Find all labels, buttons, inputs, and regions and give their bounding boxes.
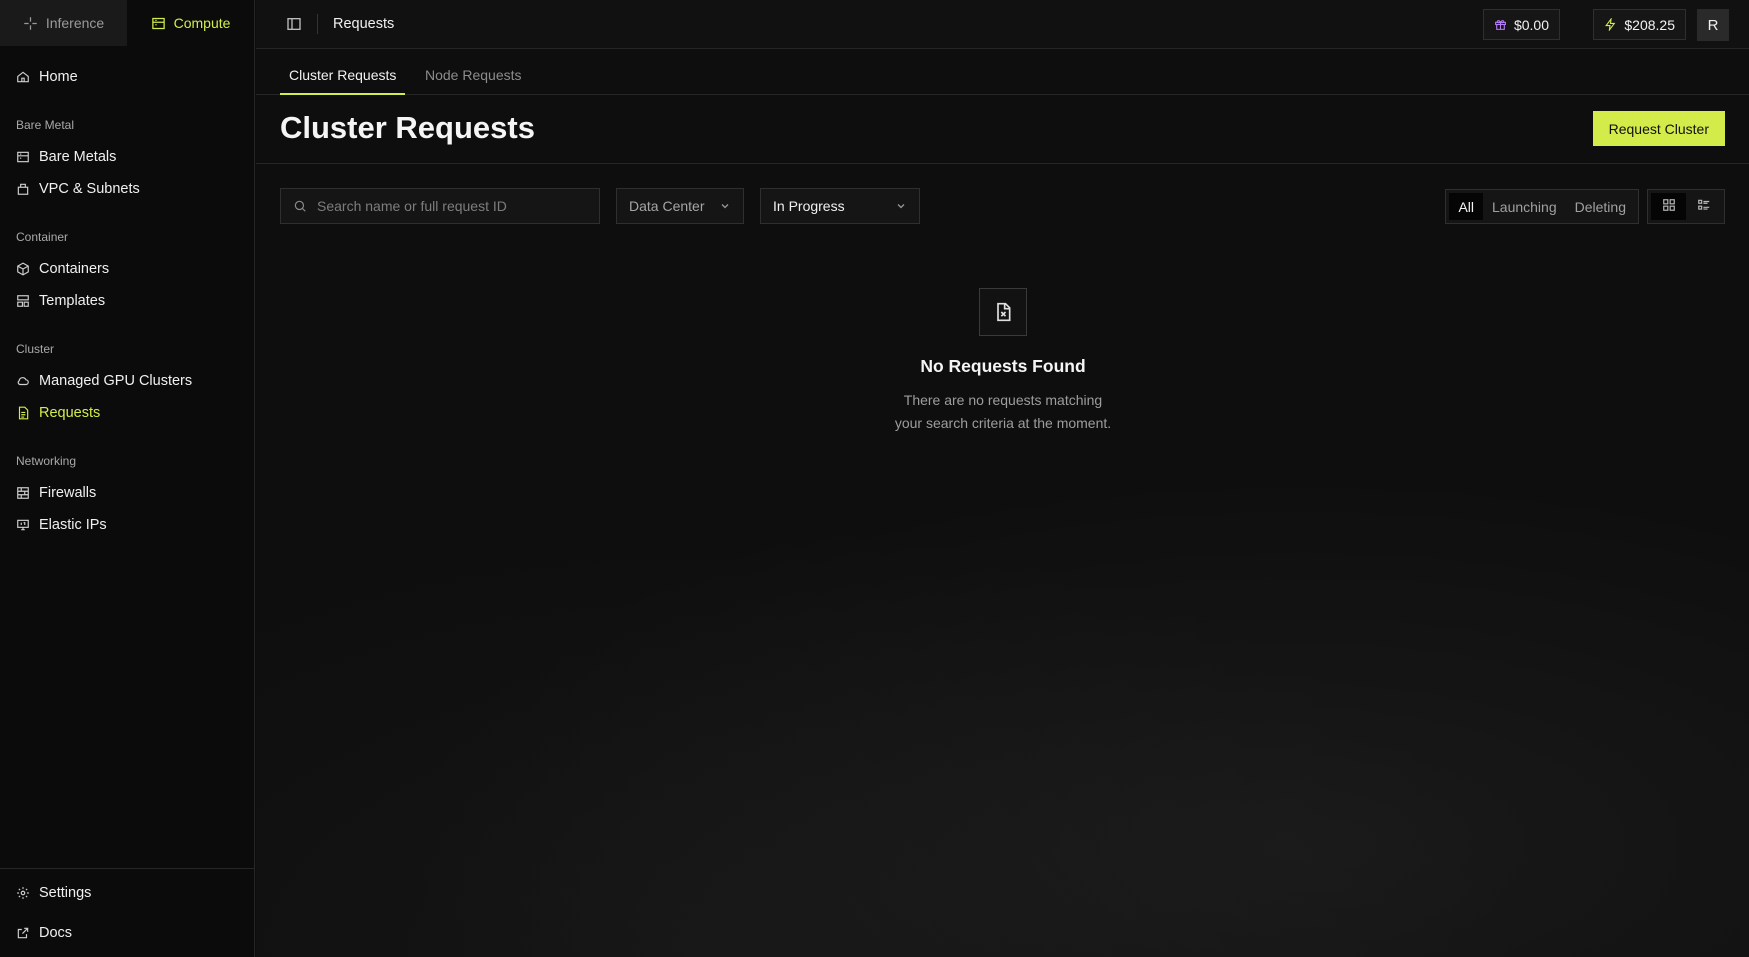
sidebar-item-label: Requests [39,405,101,421]
page-title: Cluster Requests [280,110,535,145]
status-select-value: In Progress [773,198,845,214]
search-icon [293,199,307,213]
tab-node-requests[interactable]: Node Requests [416,67,531,93]
list-icon [1697,198,1711,215]
mode-switch: Inference Compute [0,0,254,46]
tabs-bar: Cluster Requests Node Requests [256,50,1749,95]
section-label-cluster: Cluster [16,342,55,356]
server-icon [151,16,166,31]
file-list-icon [16,406,30,420]
section-label-networking: Networking [16,454,77,468]
lightning-icon [1604,18,1617,31]
sidebar-item-docs[interactable]: Docs [16,925,72,941]
sidebar-item-label: Templates [39,293,106,309]
sidebar-item-label: Settings [39,885,92,901]
header-divider [317,14,318,34]
gear-icon [16,886,30,900]
avatar[interactable]: R [1697,9,1729,41]
sidebar-item-settings[interactable]: Settings [16,885,91,901]
sidebar-item-managed-gpu-clusters[interactable]: Managed GPU Clusters [16,373,192,389]
sidebar-item-label: VPC & Subnets [39,181,140,197]
sidebar-item-label: Docs [39,925,73,941]
sidebar-item-label: Managed GPU Clusters [39,373,193,389]
sidebar-item-firewalls[interactable]: Firewalls [16,485,96,501]
sidebar-item-elastic-ips[interactable]: Elastic IPs [16,517,107,533]
empty-state-title: No Requests Found [920,356,1086,376]
page-breadcrumb: Requests [333,16,395,32]
list-view-button[interactable] [1686,193,1721,220]
segment-all[interactable]: All [1449,193,1483,220]
segment-launching[interactable]: Launching [1483,193,1566,220]
data-center-select[interactable]: Data Center [616,188,744,224]
view-mode-toggle [1647,189,1725,224]
cube-icon [16,262,30,276]
monitor-icon [16,518,30,532]
sidebar-item-label: Containers [39,261,110,277]
sidebar-item-containers[interactable]: Containers [16,261,109,277]
section-label-container: Container [16,230,69,244]
search-field[interactable] [280,188,600,224]
sidebar-item-templates[interactable]: Templates [16,293,105,309]
gift-credit-value: $0.00 [1513,16,1549,33]
sidebar-item-requests[interactable]: Requests [16,405,100,421]
mode-inference-button[interactable]: Inference [0,0,127,46]
sparkle-icon [23,16,38,31]
grid-icon [1662,198,1676,215]
sidebar-item-bare-metals[interactable]: Bare Metals [16,149,116,165]
search-input[interactable] [317,198,577,214]
empty-state-line-2: your search criteria at the moment. [894,415,1112,431]
grid-view-button[interactable] [1651,193,1686,220]
cloud-icon [16,374,30,388]
background-texture [256,400,1749,957]
sidebar-toggle-icon[interactable] [286,16,302,35]
mode-compute-button[interactable]: Compute [127,0,254,46]
chevron-down-icon [895,200,907,212]
sidebar-item-home[interactable]: Home [16,69,78,85]
firewall-icon [16,486,30,500]
file-x-icon [979,288,1027,336]
mode-compute-label: Compute [173,15,231,31]
page-head: Cluster Requests Request Cluster [256,96,1749,164]
gift-credit-chip[interactable]: $0.00 [1482,9,1560,40]
data-center-select-value: Data Center [629,198,705,214]
sidebar-item-label: Home [39,69,78,85]
chevron-down-icon [719,200,731,212]
segment-deleting[interactable]: Deleting [1566,193,1635,220]
sidebar-item-label: Bare Metals [39,149,117,165]
section-label-bare-metal: Bare Metal [16,118,75,132]
balance-chip[interactable]: $208.25 [1593,9,1686,40]
server-icon [16,150,30,164]
top-header: Requests $0.00 $208.25 R [256,0,1749,49]
sidebar-divider [0,868,254,869]
sidebar-item-vpc-subnets[interactable]: VPC & Subnets [16,181,140,197]
state-filter-segmented: All Launching Deleting [1445,189,1639,224]
empty-state-description: There are no requests matching your sear… [856,389,1150,435]
sidebar-item-label: Elastic IPs [39,517,107,533]
empty-state-line-1: There are no requests matching [903,392,1103,408]
network-icon [16,182,30,196]
template-icon [16,294,30,308]
sidebar: Inference Compute Home Bare Metal Bare M… [0,0,255,957]
balance-value: $208.25 [1624,16,1675,33]
sidebar-item-label: Firewalls [39,485,97,501]
tab-cluster-requests[interactable]: Cluster Requests [280,67,406,95]
request-cluster-button[interactable]: Request Cluster [1592,111,1725,146]
mode-inference-label: Inference [45,15,105,31]
status-select[interactable]: In Progress [760,188,920,224]
external-link-icon [16,926,30,940]
gift-icon [1494,18,1507,31]
home-icon [16,70,30,84]
